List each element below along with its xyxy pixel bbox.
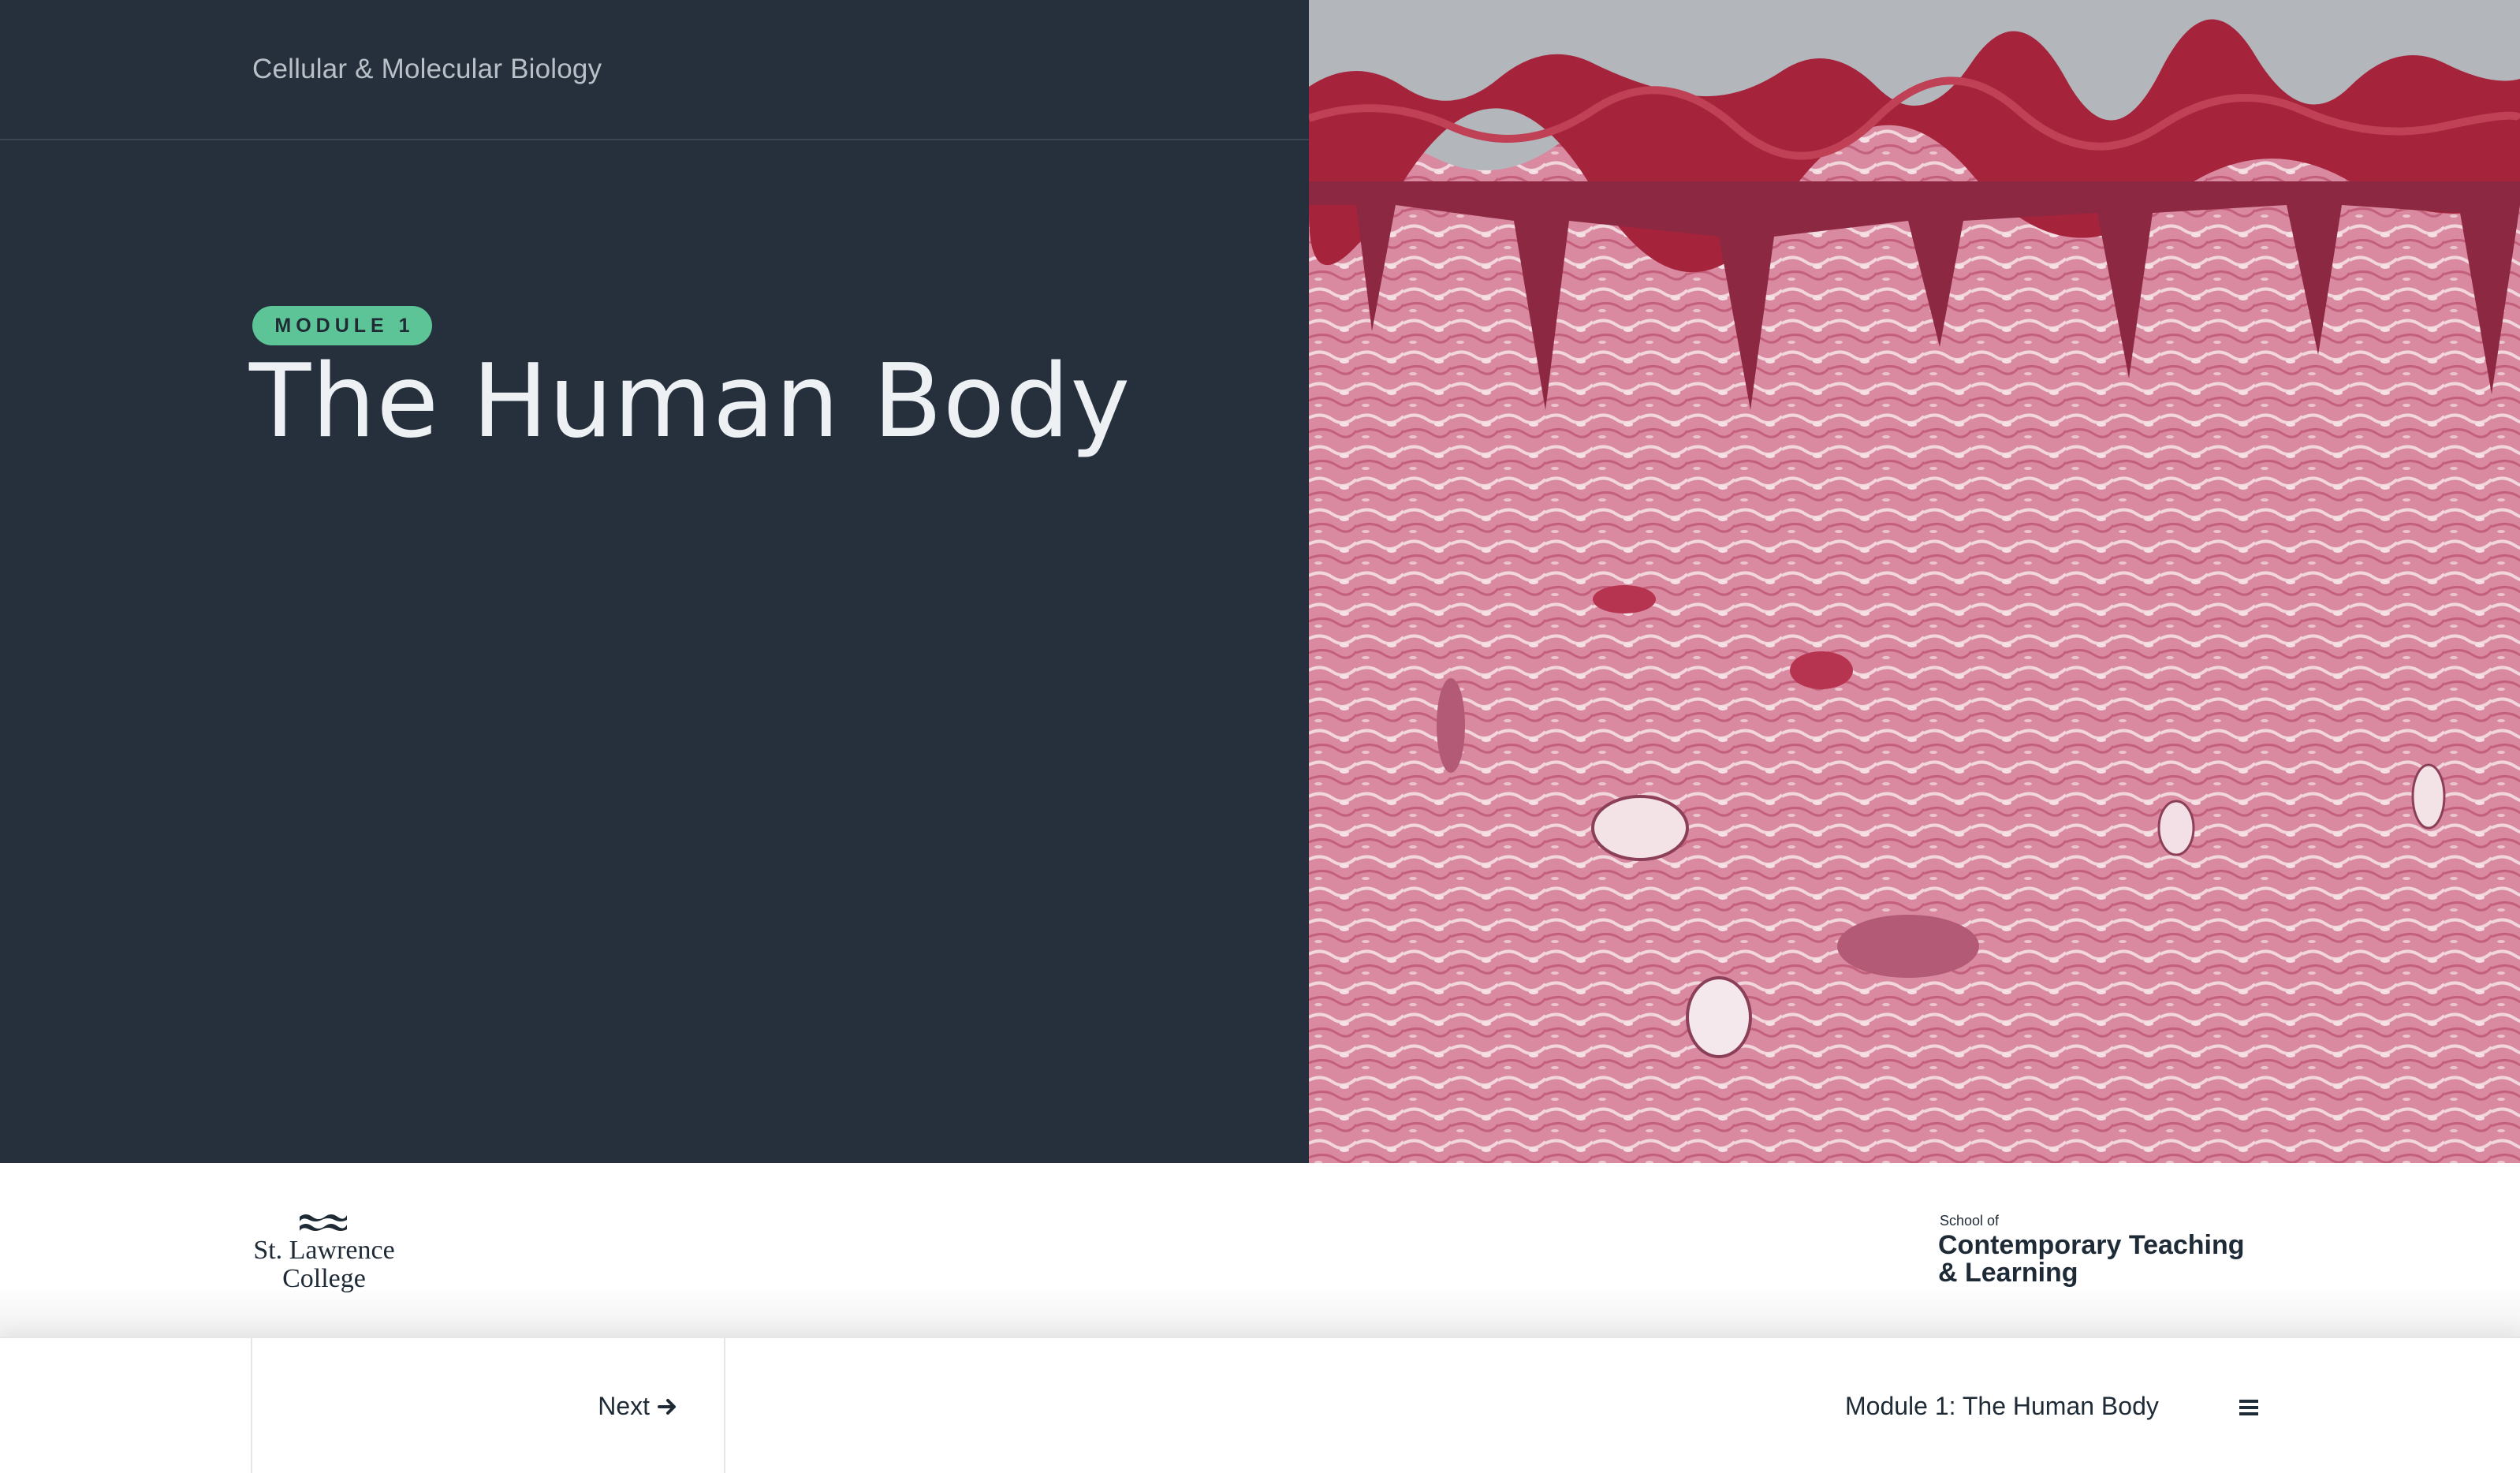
arrow-right-icon [658,1398,676,1415]
skin-histology-image [1309,0,2520,1163]
histology-illustration [1309,0,2520,1163]
logo-text-line1: St. Lawrence [253,1236,395,1265]
logo-small-text: School of [1940,1213,2000,1229]
module-badge: MODULE 1 [252,306,432,345]
school-ctl-logo: School of Contemporary Teaching & Learni… [1938,1213,2285,1292]
waves-icon [300,1214,347,1231]
st-lawrence-college-logo: St. Lawrence College [249,1210,399,1297]
course-title: Cellular & Molecular Biology [252,54,602,84]
hero-panel: Cellular & Molecular Biology MODULE 1 Th… [0,0,1309,1163]
bottom-nav-bar: Next Module 1: The Human Body [0,1337,2520,1473]
next-button[interactable]: Next [252,1338,725,1473]
next-label: Next [598,1392,650,1420]
logo-text-line2: College [282,1264,366,1293]
hamburger-menu-button[interactable] [2231,1390,2266,1425]
page-title: The Human Body [249,343,1131,461]
module-nav-link[interactable]: Module 1: The Human Body [1845,1338,2159,1473]
hamburger-menu-icon [2239,1400,2258,1415]
logo-text-line1: Contemporary Teaching [1938,1230,2245,1260]
course-header: Cellular & Molecular Biology [0,0,1309,140]
logo-text-line2: & Learning [1938,1258,2078,1288]
nav-spacer [0,1338,252,1473]
